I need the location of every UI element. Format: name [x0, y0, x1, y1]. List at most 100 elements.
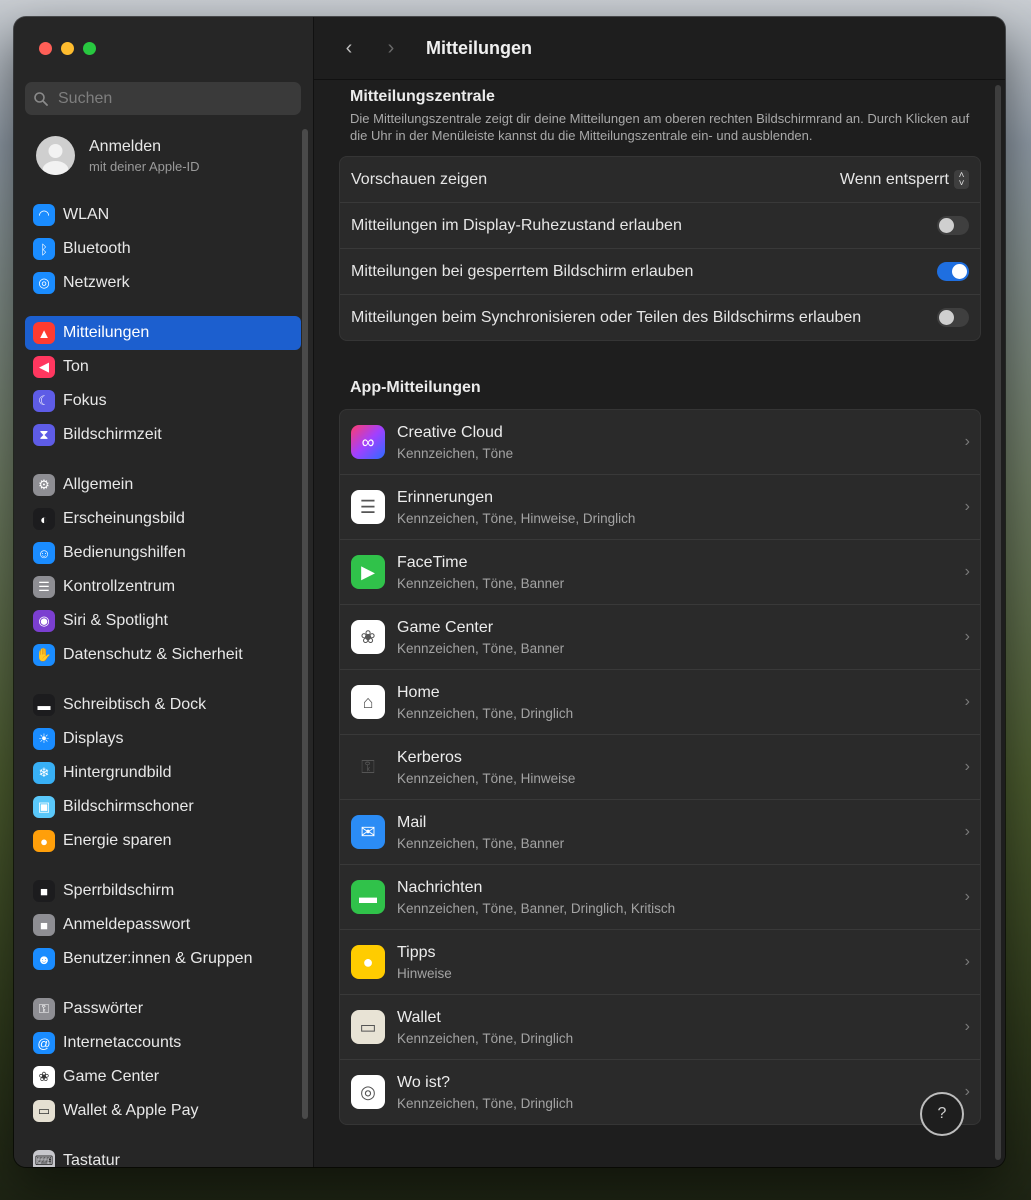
sidebar-item-passw-rter[interactable]: ⚿ Passwörter [25, 992, 301, 1026]
preview-select[interactable]: Wenn entsperrt ˄ ˅ [840, 170, 969, 189]
search-input[interactable] [56, 88, 280, 109]
nav-separator [25, 1128, 301, 1144]
zoom-button[interactable] [83, 42, 96, 55]
hand-icon: ✋ [33, 644, 55, 666]
sidebar-item-bedienungshilfen[interactable]: ☺ Bedienungshilfen [25, 536, 301, 570]
sidebar-item-bildschirmschoner[interactable]: ▣ Bildschirmschoner [25, 790, 301, 824]
setting-label: Mitteilungen im Display-Ruhezustand erla… [351, 216, 682, 234]
app-row[interactable]: ⌂ Home Kennzeichen, Töne, Dringlich › [340, 670, 980, 735]
sidebar-item-label: Benutzer:innen & Gruppen [63, 950, 253, 967]
apple-id-signin[interactable]: Anmelden mit deiner Apple-ID [36, 136, 200, 175]
app-row[interactable]: ▭ Wallet Kennzeichen, Töne, Dringlich › [340, 995, 980, 1060]
help-button[interactable]: ? [920, 1092, 964, 1136]
sidebar-item-kontrollzentrum[interactable]: ☰ Kontrollzentrum [25, 570, 301, 604]
sidebar-item-erscheinungsbild[interactable]: ◐ Erscheinungsbild [25, 502, 301, 536]
sidebar-item-displays[interactable]: ☀ Displays [25, 722, 301, 756]
help-icon: ? [937, 1105, 947, 1122]
sidebar-item-mitteilungen[interactable]: ▲ Mitteilungen [25, 316, 301, 350]
sidebar-item-energie-sparen[interactable]: ● Energie sparen [25, 824, 301, 858]
search-field[interactable] [25, 82, 301, 115]
reminders-icon: ☰ [351, 490, 385, 524]
sidebar-item-schreibtisch-dock[interactable]: ▬ Schreibtisch & Dock [25, 688, 301, 722]
sidebar-item-datenschutz-sicherheit[interactable]: ✋ Datenschutz & Sicherheit [25, 638, 301, 672]
page-title: Mitteilungen [426, 37, 532, 58]
chevron-right-icon: › [964, 433, 970, 450]
sidebar-item-sperrbildschirm[interactable]: ■ Sperrbildschirm [25, 874, 301, 908]
sidebar-item-anmeldepasswort[interactable]: ■ Anmeldepasswort [25, 908, 301, 942]
app-row[interactable]: ∞ Creative Cloud Kennzeichen, Töne › [340, 410, 980, 475]
toggle-switch[interactable] [937, 262, 969, 281]
chevron-right-icon: › [964, 563, 970, 580]
chevron-right-icon: › [964, 758, 970, 775]
nav-separator [25, 976, 301, 992]
sidebar-item-hintergrundbild[interactable]: ❄ Hintergrundbild [25, 756, 301, 790]
toggle-switch[interactable] [937, 308, 969, 327]
forward-button[interactable]: › [376, 37, 406, 60]
sidebar-item-label: Sperrbildschirm [63, 882, 175, 899]
chevron-right-icon: › [964, 888, 970, 905]
sidebar-item-label: Kontrollzentrum [63, 578, 176, 595]
sidebar-item-label: Wallet & Apple Pay [63, 1102, 199, 1119]
app-row[interactable]: ● Tipps Hinweise › [340, 930, 980, 995]
settings-group: Vorschauen zeigen Wenn entsperrt ˄ ˅ Mitteil… [339, 156, 981, 341]
nav-separator [25, 672, 301, 688]
app-alert-types: Kennzeichen, Töne, Hinweise, Dringlich [397, 510, 636, 526]
close-button[interactable] [39, 42, 52, 55]
sidebar-item-label: WLAN [63, 206, 110, 223]
app-row[interactable]: ❀ Game Center Kennzeichen, Töne, Banner › [340, 605, 980, 670]
nav-separator [25, 858, 301, 874]
sidebar-item-wlan[interactable]: ◠ WLAN [25, 198, 301, 232]
sidebar-item-benutzer-innen-gruppen[interactable]: ☻ Benutzer:innen & Gruppen [25, 942, 301, 976]
wifi-icon: ◠ [33, 204, 55, 226]
sidebar-item-wallet-apple-pay[interactable]: ▭ Wallet & Apple Pay [25, 1094, 301, 1128]
app-row[interactable]: ⚿ Kerberos Kennzeichen, Töne, Hinweise › [340, 735, 980, 800]
creative-cloud-icon: ∞ [351, 425, 385, 459]
back-button[interactable]: ‹ [334, 37, 364, 60]
person-icon [42, 144, 69, 175]
app-name: Tipps [397, 943, 436, 961]
main-scrollbar[interactable] [995, 85, 1001, 1160]
app-name: Erinnerungen [397, 488, 494, 506]
hourglass-icon: ⧗ [33, 424, 55, 446]
sidebar-item-siri-spotlight[interactable]: ◉ Siri & Spotlight [25, 604, 301, 638]
bluetooth-icon: ᛒ [33, 238, 55, 260]
app-row[interactable]: ☰ Erinnerungen Kennzeichen, Töne, Hinweise… [340, 475, 980, 540]
sidebar-item-game-center[interactable]: ❀ Game Center [25, 1060, 301, 1094]
apps-section-title: App-Mitteilungen [350, 379, 481, 396]
app-alert-types: Kennzeichen, Töne, Dringlich [397, 1095, 574, 1111]
speaker-icon: ◀ [33, 356, 55, 378]
game-center-icon: ❀ [33, 1066, 55, 1088]
sidebar-item-label: Fokus [63, 392, 107, 409]
mail-icon: ✉ [351, 815, 385, 849]
account-subtitle: mit deiner Apple-ID [89, 158, 200, 174]
chevron-right-icon: › [964, 1083, 970, 1100]
sidebar-item-allgemein[interactable]: ⚙ Allgemein [25, 468, 301, 502]
sidebar-item-ton[interactable]: ◀ Ton [25, 350, 301, 384]
main-pane: ‹ › Mitteilungen Mitteilungszentrale Die… [314, 17, 1005, 1167]
setting-label: Mitteilungen beim Synchronisieren oder T… [351, 308, 862, 326]
sidebar-item-label: Ton [63, 358, 89, 375]
sidebar-item-label: Erscheinungsbild [63, 510, 185, 527]
sidebar-item-netzwerk[interactable]: ◎ Netzwerk [25, 266, 301, 300]
sidebar-item-bluetooth[interactable]: ᛒ Bluetooth [25, 232, 301, 266]
sidebar-item-internetaccounts[interactable]: @ Internetaccounts [25, 1026, 301, 1060]
toggle-switch[interactable] [937, 216, 969, 235]
sidebar-item-bildschirmzeit[interactable]: ⧗ Bildschirmzeit [25, 418, 301, 452]
sidebar-item-label: Displays [63, 730, 124, 747]
app-name: Mail [397, 813, 427, 831]
sidebar-item-label: Bildschirmschoner [63, 798, 194, 815]
app-row[interactable]: ▶ FaceTime Kennzeichen, Töne, Banner › [340, 540, 980, 605]
app-row[interactable]: ◎ Wo ist? Kennzeichen, Töne, Dringlich › [340, 1060, 980, 1124]
sidebar-item-tastatur[interactable]: ⌨ Tastatur [25, 1144, 301, 1167]
minimize-button[interactable] [61, 42, 74, 55]
users-icon: ☻ [33, 948, 55, 970]
sidebar-item-label: Bluetooth [63, 240, 131, 257]
sidebar-scrollbar[interactable] [302, 129, 308, 1119]
sidebar-item-fokus[interactable]: ☾ Fokus [25, 384, 301, 418]
app-row[interactable]: ✉ Mail Kennzeichen, Töne, Banner › [340, 800, 980, 865]
chevron-right-icon: › [964, 953, 970, 970]
sidebar-item-label: Tastatur [63, 1152, 120, 1167]
key-icon: ⚿ [33, 998, 55, 1020]
bulb-icon: ● [33, 830, 55, 852]
app-row[interactable]: ▬ Nachrichten Kennzeichen, Töne, Banner, D… [340, 865, 980, 930]
